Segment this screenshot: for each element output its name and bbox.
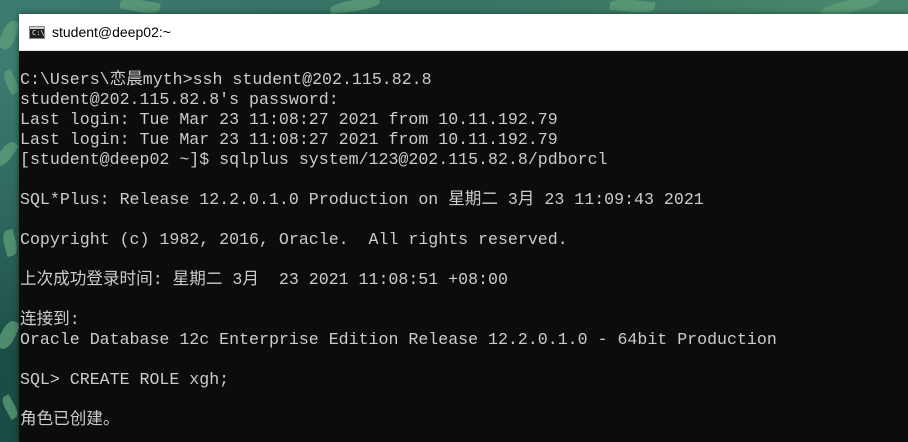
terminal-line: Copyright (c) 1982, 2016, Oracle. All ri…	[20, 230, 568, 249]
wallpaper-leaf	[329, 0, 381, 15]
window-title: student@deep02:~	[52, 24, 171, 40]
terminal-line: 上次成功登录时间: 星期二 3月 23 2021 11:08:51 +08:00	[20, 270, 508, 289]
window-titlebar[interactable]: C:\ student@deep02:~	[19, 14, 908, 51]
wallpaper-leaf	[0, 139, 19, 169]
wallpaper-leaf	[0, 394, 21, 420]
cmd-icon-glyph: C:\	[32, 28, 45, 37]
cmd-icon: C:\	[29, 25, 45, 39]
terminal-line: student@202.115.82.8's password:	[20, 90, 339, 109]
terminal-line: Oracle Database 12c Enterprise Edition R…	[20, 330, 777, 349]
terminal-line: SQL*Plus: Release 12.2.0.1.0 Production …	[20, 190, 704, 209]
terminal-output[interactable]: C:\Users\恋晨myth>ssh student@202.115.82.8…	[19, 70, 908, 430]
wallpaper-leaf	[1, 69, 21, 95]
terminal-line: C:\Users\恋晨myth>ssh student@202.115.82.8	[20, 70, 432, 89]
terminal-line: Last login: Tue Mar 23 11:08:27 2021 fro…	[20, 130, 558, 149]
wallpaper-leaf	[0, 228, 20, 258]
wallpaper-leaf	[0, 318, 21, 352]
terminal-line: 连接到:	[20, 310, 80, 329]
terminal-line: 角色已创建。	[20, 410, 120, 429]
terminal-window[interactable]: C:\ student@deep02:~ C:\Users\恋晨myth>ssh…	[19, 14, 908, 442]
desktop-background: C:\ student@deep02:~ C:\Users\恋晨myth>ssh…	[0, 0, 908, 442]
wallpaper-leaf	[0, 18, 21, 52]
terminal-line: [student@deep02 ~]$ sqlplus system/123@2…	[20, 150, 608, 169]
terminal-line: SQL> CREATE ROLE xgh;	[20, 370, 230, 389]
wallpaper-leaf	[609, 0, 656, 15]
terminal-line: Last login: Tue Mar 23 11:08:27 2021 fro…	[20, 110, 558, 129]
